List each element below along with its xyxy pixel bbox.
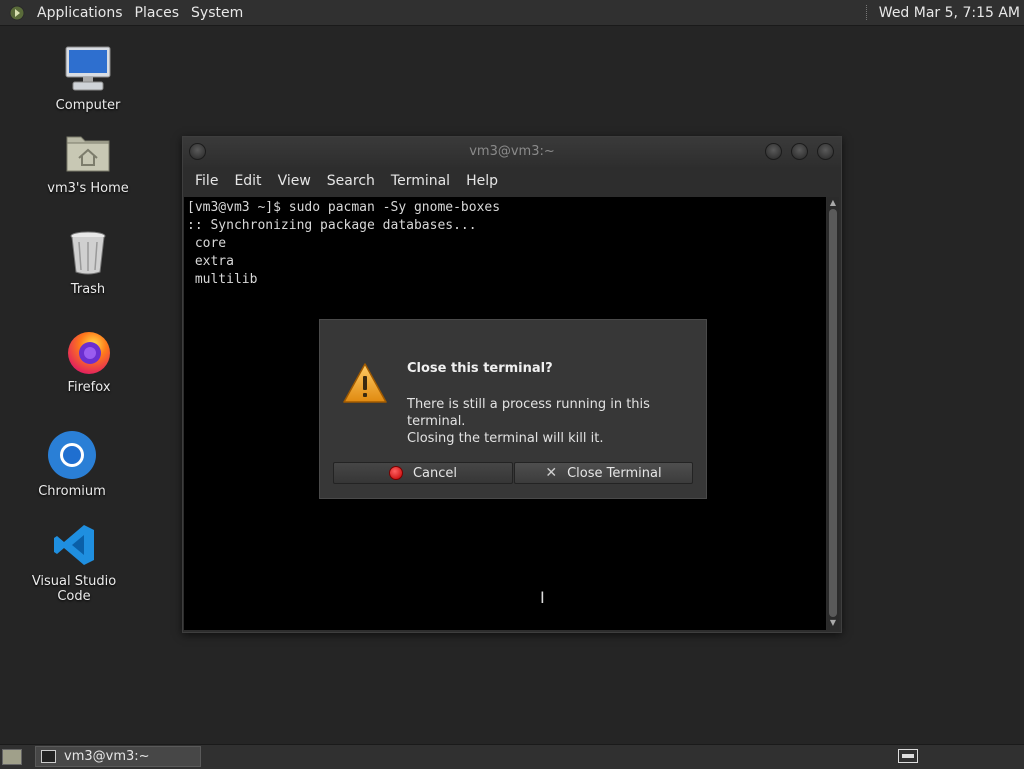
top-panel: Applications Places System Wed Mar 5, 7:… xyxy=(0,0,1024,26)
dialog-message-line: Closing the terminal will kill it. xyxy=(407,431,604,446)
home-folder-icon xyxy=(66,136,110,172)
desktop-icon-chromium[interactable]: Chromium xyxy=(12,430,132,499)
show-desktop-icon[interactable] xyxy=(2,749,22,765)
applications-menu[interactable]: Applications xyxy=(31,5,129,21)
warning-icon xyxy=(343,363,387,403)
terminal-menubar: File Edit View Search Terminal Help xyxy=(183,167,841,195)
desktop-icon-label: Firefox xyxy=(67,380,111,395)
close-icon: ✕ xyxy=(545,465,558,481)
scroll-up-icon[interactable]: ▲ xyxy=(827,198,839,207)
computer-icon xyxy=(65,46,111,91)
minimize-button[interactable] xyxy=(765,143,782,160)
cancel-button-label: Cancel xyxy=(412,465,458,481)
taskbar-window-label: vm3@vm3:~ xyxy=(64,749,150,764)
close-terminal-button-label: Close Terminal xyxy=(567,465,662,481)
menu-file[interactable]: File xyxy=(187,173,226,189)
desktop-icon-computer[interactable]: Computer xyxy=(28,44,148,113)
menu-search[interactable]: Search xyxy=(319,173,383,189)
menu-terminal[interactable]: Terminal xyxy=(383,173,458,189)
scroll-down-icon[interactable]: ▼ xyxy=(827,618,839,627)
system-menu[interactable]: System xyxy=(185,5,249,21)
menu-logo-icon[interactable] xyxy=(9,5,25,21)
vscode-icon xyxy=(54,525,94,565)
window-title: vm3@vm3:~ xyxy=(469,144,555,159)
desktop-icon-label: Visual Studio Code xyxy=(31,574,117,604)
window-titlebar[interactable]: vm3@vm3:~ xyxy=(183,137,841,167)
notification-area-icon[interactable] xyxy=(898,749,918,763)
scrollbar-thumb[interactable] xyxy=(829,209,837,617)
dialog-message: There is still a process running in this… xyxy=(407,396,697,447)
maximize-button[interactable] xyxy=(791,143,808,160)
bottom-panel: vm3@vm3:~ xyxy=(0,744,1024,769)
clock[interactable]: Wed Mar 5, 7:15 AM xyxy=(879,5,1020,21)
desktop-icon-label: Computer xyxy=(55,98,121,113)
desktop-icon-label: vm3's Home xyxy=(47,181,129,196)
menu-help[interactable]: Help xyxy=(458,173,506,189)
menu-edit[interactable]: Edit xyxy=(226,173,269,189)
terminal-scrollbar[interactable]: ▲ ▼ xyxy=(827,197,839,630)
desktop-icon-label: Chromium xyxy=(38,484,106,499)
desktop-icon-vscode[interactable]: Visual Studio Code xyxy=(14,520,134,604)
taskbar-window-button[interactable]: vm3@vm3:~ xyxy=(35,746,201,767)
close-window-button[interactable] xyxy=(817,143,834,160)
terminal-line: :: Synchronizing package databases... xyxy=(187,218,477,233)
panel-separator xyxy=(865,5,871,20)
desktop-icon-firefox[interactable]: Firefox xyxy=(29,326,149,395)
chromium-icon xyxy=(48,431,96,479)
dialog-message-line: There is still a process running in this… xyxy=(407,397,650,429)
firefox-icon xyxy=(68,332,110,374)
places-menu[interactable]: Places xyxy=(129,5,186,21)
close-terminal-dialog: Close this terminal? There is still a pr… xyxy=(319,319,707,499)
terminal-line: [vm3@vm3 ~]$ sudo pacman -Sy gnome-boxes xyxy=(187,200,501,215)
cancel-icon xyxy=(388,466,403,480)
desktop-icon-home[interactable]: vm3's Home xyxy=(28,127,148,196)
terminal-line: multilib xyxy=(187,272,258,287)
menu-view[interactable]: View xyxy=(270,173,319,189)
dialog-title: Close this terminal? xyxy=(407,361,553,376)
cancel-button[interactable]: Cancel xyxy=(333,462,513,484)
desktop-icon-trash[interactable]: Trash xyxy=(28,228,148,297)
desktop-icon-label: Trash xyxy=(70,282,106,297)
terminal-line: core xyxy=(187,236,227,251)
text-cursor-icon: I xyxy=(540,588,545,607)
terminal-line: extra xyxy=(187,254,234,269)
close-terminal-button[interactable]: ✕ Close Terminal xyxy=(514,462,693,484)
terminal-window-icon xyxy=(41,750,56,763)
trash-icon xyxy=(70,231,106,275)
